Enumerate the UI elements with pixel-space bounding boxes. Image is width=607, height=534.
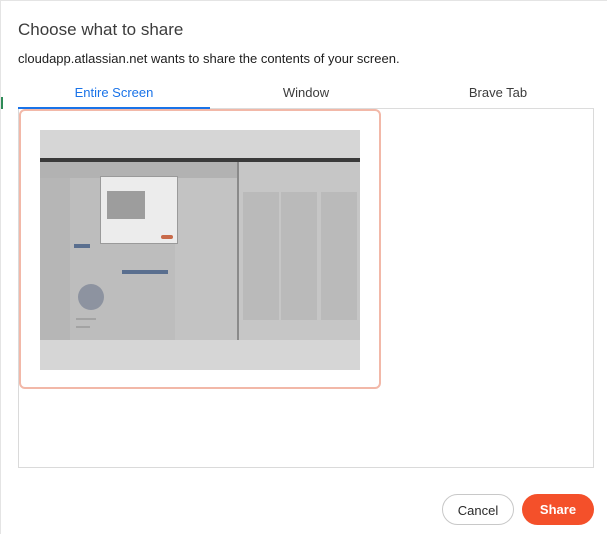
thumbnail-text-line [76, 318, 96, 320]
cancel-button[interactable]: Cancel [442, 494, 514, 525]
source-list-panel [18, 109, 594, 468]
thumbnail-dialog-preview [107, 191, 145, 219]
thumbnail-desktop [40, 158, 360, 340]
share-button[interactable]: Share [522, 494, 594, 525]
background-edge-indicator [1, 97, 3, 109]
thumbnail-share-dialog [100, 176, 178, 244]
entire-screen-source-tile[interactable] [19, 109, 381, 389]
tab-entire-screen-label: Entire Screen [74, 85, 154, 100]
thumbnail-board-column [243, 192, 279, 320]
thumbnail-blue-bar [122, 270, 168, 274]
tab-window-label: Window [282, 85, 330, 100]
thumbnail-illustration [78, 284, 104, 310]
share-dialog: Choose what to share cloudapp.atlassian.… [0, 0, 607, 534]
screen-thumbnail [40, 130, 360, 370]
thumbnail-browser-right-panel [175, 178, 237, 340]
dialog-title: Choose what to share [18, 20, 184, 39]
thumbnail-browser-window [40, 162, 237, 340]
thumbnail-browser-sidebar [40, 178, 70, 340]
tab-brave-tab[interactable]: Brave Tab [402, 79, 594, 109]
thumbnail-dialog-button [161, 235, 173, 239]
thumbnail-blue-label [74, 244, 90, 248]
thumbnail-text-line [76, 326, 90, 328]
thumbnail-board-column [321, 192, 357, 320]
dialog-subtitle: cloudapp.atlassian.net wants to share th… [18, 51, 400, 66]
thumbnail-second-window [237, 162, 360, 340]
source-tabs: Entire Screen Window Brave Tab [18, 79, 594, 109]
tab-brave-tab-label: Brave Tab [468, 85, 528, 100]
tab-window[interactable]: Window [210, 79, 402, 109]
thumbnail-board-column [281, 192, 317, 320]
tab-entire-screen[interactable]: Entire Screen [18, 79, 210, 109]
